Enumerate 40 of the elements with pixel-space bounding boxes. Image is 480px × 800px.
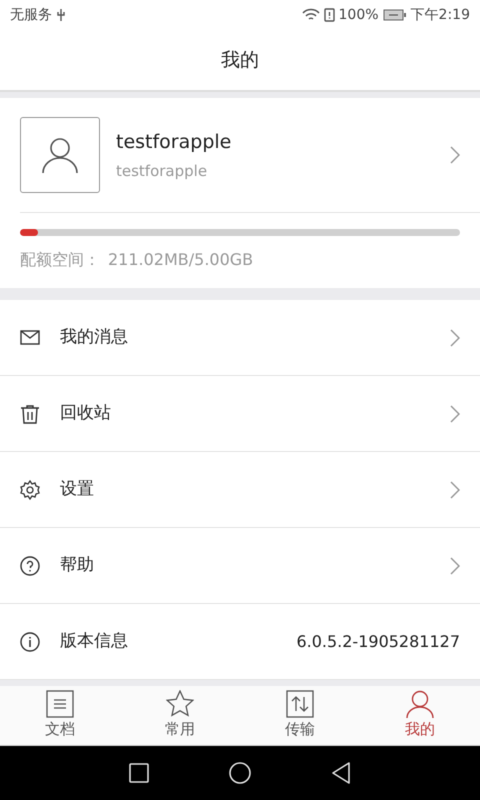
avatar-icon xyxy=(40,135,80,175)
tab[interactable]: 我的 xyxy=(360,686,480,745)
battery-text: 100% xyxy=(338,6,379,24)
user-name: testforapple xyxy=(116,130,232,154)
carrier-text: 无服务 xyxy=(10,6,52,24)
recent-apps-icon xyxy=(129,763,149,783)
chevron-icon xyxy=(450,404,460,422)
quota-value: 211.02MB/5.00GB xyxy=(108,249,254,271)
menu-item[interactable]: 我的消息 xyxy=(0,300,480,376)
mail-icon xyxy=(20,328,40,348)
sim-icon xyxy=(324,8,335,22)
settings-icon xyxy=(20,480,40,500)
account-name: testforapple xyxy=(116,161,208,182)
chevron-icon xyxy=(450,146,460,164)
tab[interactable]: 文档 xyxy=(0,686,120,745)
version-text: 6.0.5.2-1905281127 xyxy=(296,630,460,652)
menu-item[interactable]: 帮助 xyxy=(0,528,480,604)
profile-row[interactable]: testforapple testforapple xyxy=(0,98,480,212)
info-icon xyxy=(20,632,40,652)
page-title: 我的 xyxy=(221,48,259,73)
wifi-icon xyxy=(302,8,320,22)
quota-label: 配额空间： xyxy=(20,249,100,271)
trash-icon xyxy=(20,404,40,424)
star-icon xyxy=(166,690,194,718)
help-icon xyxy=(20,556,40,576)
chevron-icon xyxy=(450,556,460,574)
back-icon xyxy=(331,762,351,784)
person-icon xyxy=(406,690,434,718)
tab[interactable]: 传输 xyxy=(240,686,360,745)
usb-icon xyxy=(56,8,66,22)
transfer-icon xyxy=(286,690,314,718)
menu-item[interactable]: 设置 xyxy=(0,452,480,528)
chevron-icon xyxy=(450,480,460,498)
menu-item[interactable]: 回收站 xyxy=(0,376,480,452)
document-icon xyxy=(46,690,74,718)
chevron-icon xyxy=(450,328,460,346)
tab[interactable]: 常用 xyxy=(120,686,240,745)
battery-icon xyxy=(382,9,407,21)
clock-text: 下午2:19 xyxy=(410,6,470,24)
home-icon xyxy=(229,762,251,784)
